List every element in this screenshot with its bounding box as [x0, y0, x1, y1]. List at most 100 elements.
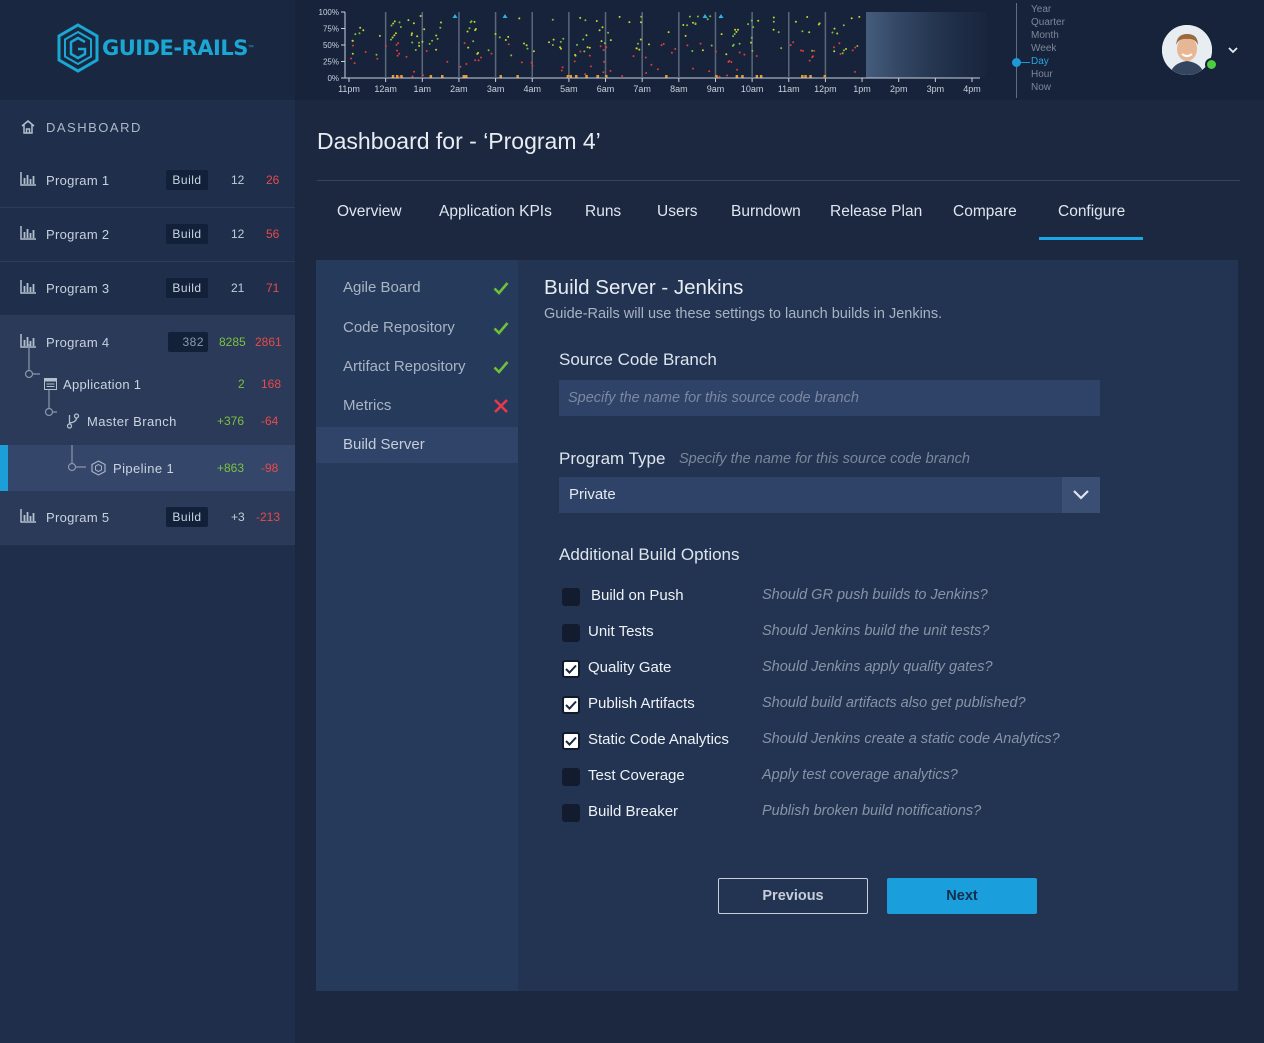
tab-overview[interactable]: Overview [337, 203, 402, 221]
sidebar-item-program-5[interactable]: Program 5 Build +3 -213 [0, 491, 295, 545]
build-option-checkbox[interactable] [562, 696, 580, 714]
range-option-month[interactable]: Month [1031, 30, 1059, 41]
build-badge[interactable]: Build [166, 224, 208, 244]
activity-dot [726, 74, 729, 77]
y-tick-label: 75% [323, 25, 339, 34]
program-type-select[interactable]: Private [559, 477, 1100, 513]
check-icon [493, 322, 509, 335]
tab-configure[interactable]: Configure [1058, 203, 1125, 221]
build-option-row: Static Code Analytics Should Jenkins crea… [562, 729, 1162, 753]
activity-dot [423, 28, 426, 31]
activity-dot [411, 75, 414, 78]
activity-dot [494, 33, 497, 35]
activity-dot [589, 65, 592, 68]
warning-marker [465, 75, 468, 78]
checkmark-icon [565, 664, 577, 674]
activity-dot [644, 56, 647, 59]
range-option-quarter[interactable]: Quarter [1031, 17, 1065, 28]
activity-dot [552, 38, 555, 41]
build-badge[interactable]: Build [166, 170, 208, 190]
build-badge[interactable]: Build [166, 507, 208, 527]
config-step-code-repository[interactable]: Code Repository [316, 310, 518, 346]
activity-dot [674, 48, 677, 50]
sidebar-item-program-3[interactable]: Program 3 Build 21 71 [0, 262, 295, 316]
step-label: Metrics [343, 397, 392, 414]
activity-dot [530, 61, 533, 64]
activity-dot [588, 46, 591, 49]
activity-dot [728, 60, 731, 62]
activity-dot [645, 72, 648, 74]
x-tick-label: 9am [707, 84, 725, 94]
brand-tm: ™ [247, 45, 254, 51]
logo[interactable]: GUIDE-RAILS ™ [56, 23, 254, 73]
activity-dot [518, 17, 521, 20]
chevron-down-icon[interactable] [1226, 43, 1240, 57]
top-header: GUIDE-RAILS ™ 100% 75% 50% 25% 0% 11pm 12am 1am 2… [0, 0, 1264, 100]
tab-compare[interactable]: Compare [953, 203, 1017, 221]
warning-marker [665, 75, 668, 78]
tab-release-plan[interactable]: Release Plan [830, 203, 922, 221]
dashboard-link[interactable]: DASHBOARD [20, 116, 142, 138]
success-count: +376 [217, 414, 245, 428]
activity-timeline[interactable]: 100% 75% 50% 25% 0%11pm 12am 1am 2am 3am 4am 5am 6a… [300, 4, 990, 98]
range-option-year[interactable]: Year [1031, 4, 1051, 15]
activity-dot [440, 21, 442, 24]
tab-burndown[interactable]: Burndown [731, 203, 801, 221]
build-option-hint: Should GR push builds to Jenkins? [762, 587, 988, 603]
activity-dot [688, 15, 691, 18]
range-option-hour[interactable]: Hour [1031, 69, 1053, 80]
sidebar-item-program-1[interactable]: Program 1 Build 12 26 [0, 154, 295, 208]
build-option-checkbox[interactable] [562, 768, 580, 786]
next-button[interactable]: Next [887, 878, 1037, 914]
x-tick-label: 8am [670, 84, 688, 94]
activity-dot [411, 41, 414, 44]
range-option-now[interactable]: Now [1031, 82, 1051, 93]
build-option-checkbox[interactable] [562, 732, 580, 750]
tab-runs[interactable]: Runs [585, 203, 621, 221]
warning-marker [429, 75, 433, 78]
config-step-metrics[interactable]: Metrics [316, 388, 518, 424]
sidebar-item-application-1[interactable]: Application 1 2 168 [0, 370, 295, 398]
source-branch-input[interactable] [559, 380, 1100, 416]
activity-dot [747, 23, 750, 26]
build-option-checkbox[interactable] [562, 660, 580, 678]
dropdown-toggle[interactable] [1062, 477, 1100, 513]
config-step-build-server[interactable]: Build Server [316, 427, 518, 463]
activity-dot [845, 48, 847, 50]
activity-dot [396, 49, 398, 52]
activity-dot [600, 40, 603, 43]
build-option-checkbox[interactable] [562, 804, 580, 822]
x-tick-label: 6am [597, 84, 615, 94]
activity-dot [686, 24, 689, 27]
tab-users[interactable]: Users [657, 203, 697, 221]
program-name: Program 3 [46, 281, 110, 296]
sidebar-item-master-branch[interactable]: Master Branch +376 -64 [0, 407, 295, 435]
build-option-checkbox[interactable] [562, 624, 580, 642]
config-step-agile-board[interactable]: Agile Board [316, 270, 518, 306]
sidebar-item-program-2[interactable]: Program 2 Build 12 56 [0, 208, 295, 262]
activity-dot [436, 37, 439, 40]
config-steps-nav: Agile Board Code Repository Artifact Rep… [316, 260, 518, 991]
warning-marker [715, 75, 718, 78]
activity-dot [421, 40, 424, 43]
activity-dot [706, 18, 709, 21]
check-icon [493, 282, 509, 295]
tab-application-kpis[interactable]: Application KPIs [439, 203, 552, 221]
activity-dot [737, 28, 739, 31]
config-step-artifact-repository[interactable]: Artifact Repository [316, 349, 518, 385]
user-avatar[interactable] [1162, 25, 1212, 75]
activity-dot [670, 51, 673, 54]
activity-dot [621, 75, 624, 77]
warning-marker [516, 75, 519, 78]
sidebar-item-pipeline-1[interactable]: Pipeline 1 +863 -98 [0, 445, 295, 491]
range-option-week[interactable]: Week [1031, 43, 1056, 54]
previous-button[interactable]: Previous [718, 878, 868, 914]
x-tick-label: 10am [741, 84, 764, 94]
run-count-badge[interactable]: 382 [168, 332, 208, 352]
build-badge[interactable]: Build [166, 278, 208, 298]
activity-dot [459, 65, 462, 68]
build-option-checkbox[interactable] [562, 588, 580, 606]
activity-dot [393, 20, 396, 23]
warning-marker [499, 75, 502, 78]
range-option-day[interactable]: Day [1031, 56, 1049, 67]
